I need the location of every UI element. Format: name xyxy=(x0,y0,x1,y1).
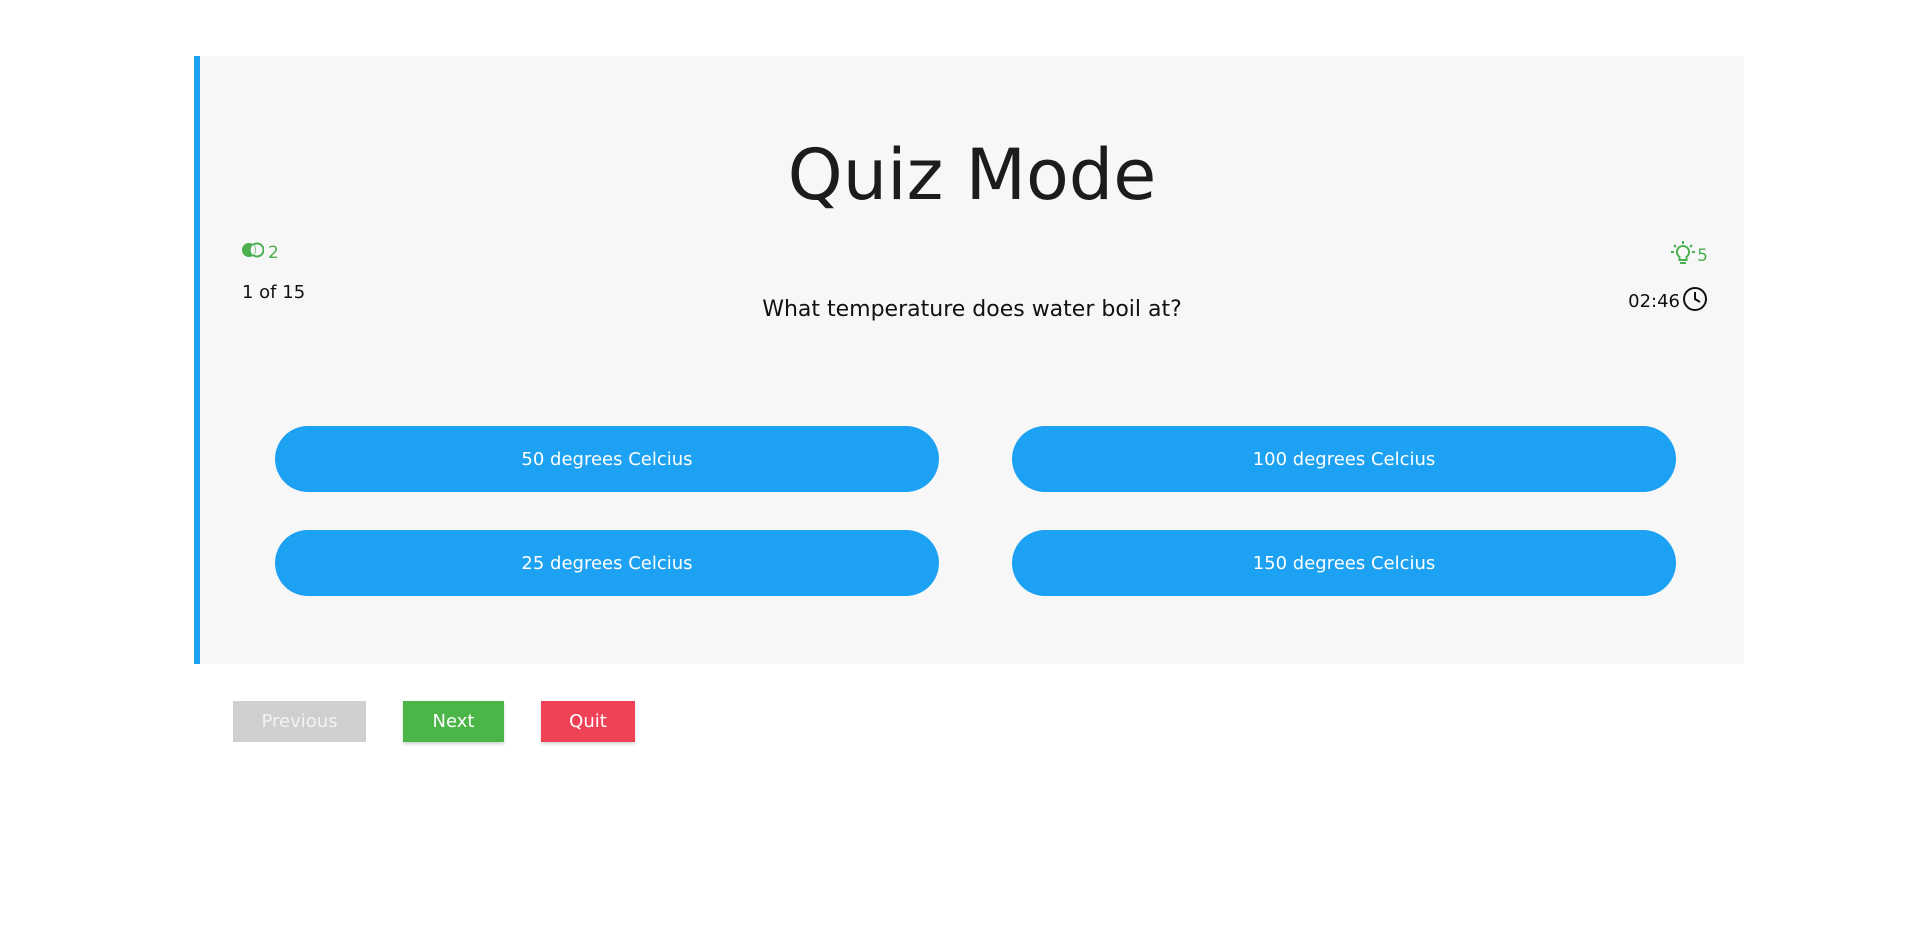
hints-count: 5 xyxy=(1697,245,1708,266)
answer-option-1[interactable]: 50 degrees Celcius xyxy=(275,426,939,492)
page-title: Quiz Mode xyxy=(787,134,1157,216)
lightbulb-icon xyxy=(1671,240,1696,271)
question-text: What temperature does water boil at? xyxy=(762,297,1182,322)
answer-option-3[interactable]: 25 degrees Celcius xyxy=(275,530,939,596)
answer-option-2[interactable]: 100 degrees Celcius xyxy=(1012,426,1676,492)
answer-option-4[interactable]: 150 degrees Celcius xyxy=(1012,530,1676,596)
fifty-fifty-lifeline[interactable]: 2 xyxy=(242,242,279,263)
quiz-card: Quiz Mode 2 1 of 15 5 02:46 What tempera… xyxy=(194,56,1744,664)
quit-button[interactable]: Quit xyxy=(541,701,635,742)
lifeline-count: 2 xyxy=(268,242,279,263)
next-button[interactable]: Next xyxy=(403,701,504,742)
previous-button[interactable]: Previous xyxy=(233,701,366,742)
hints-lifeline[interactable]: 5 xyxy=(1671,240,1708,271)
fifty-fifty-icon xyxy=(242,242,265,263)
